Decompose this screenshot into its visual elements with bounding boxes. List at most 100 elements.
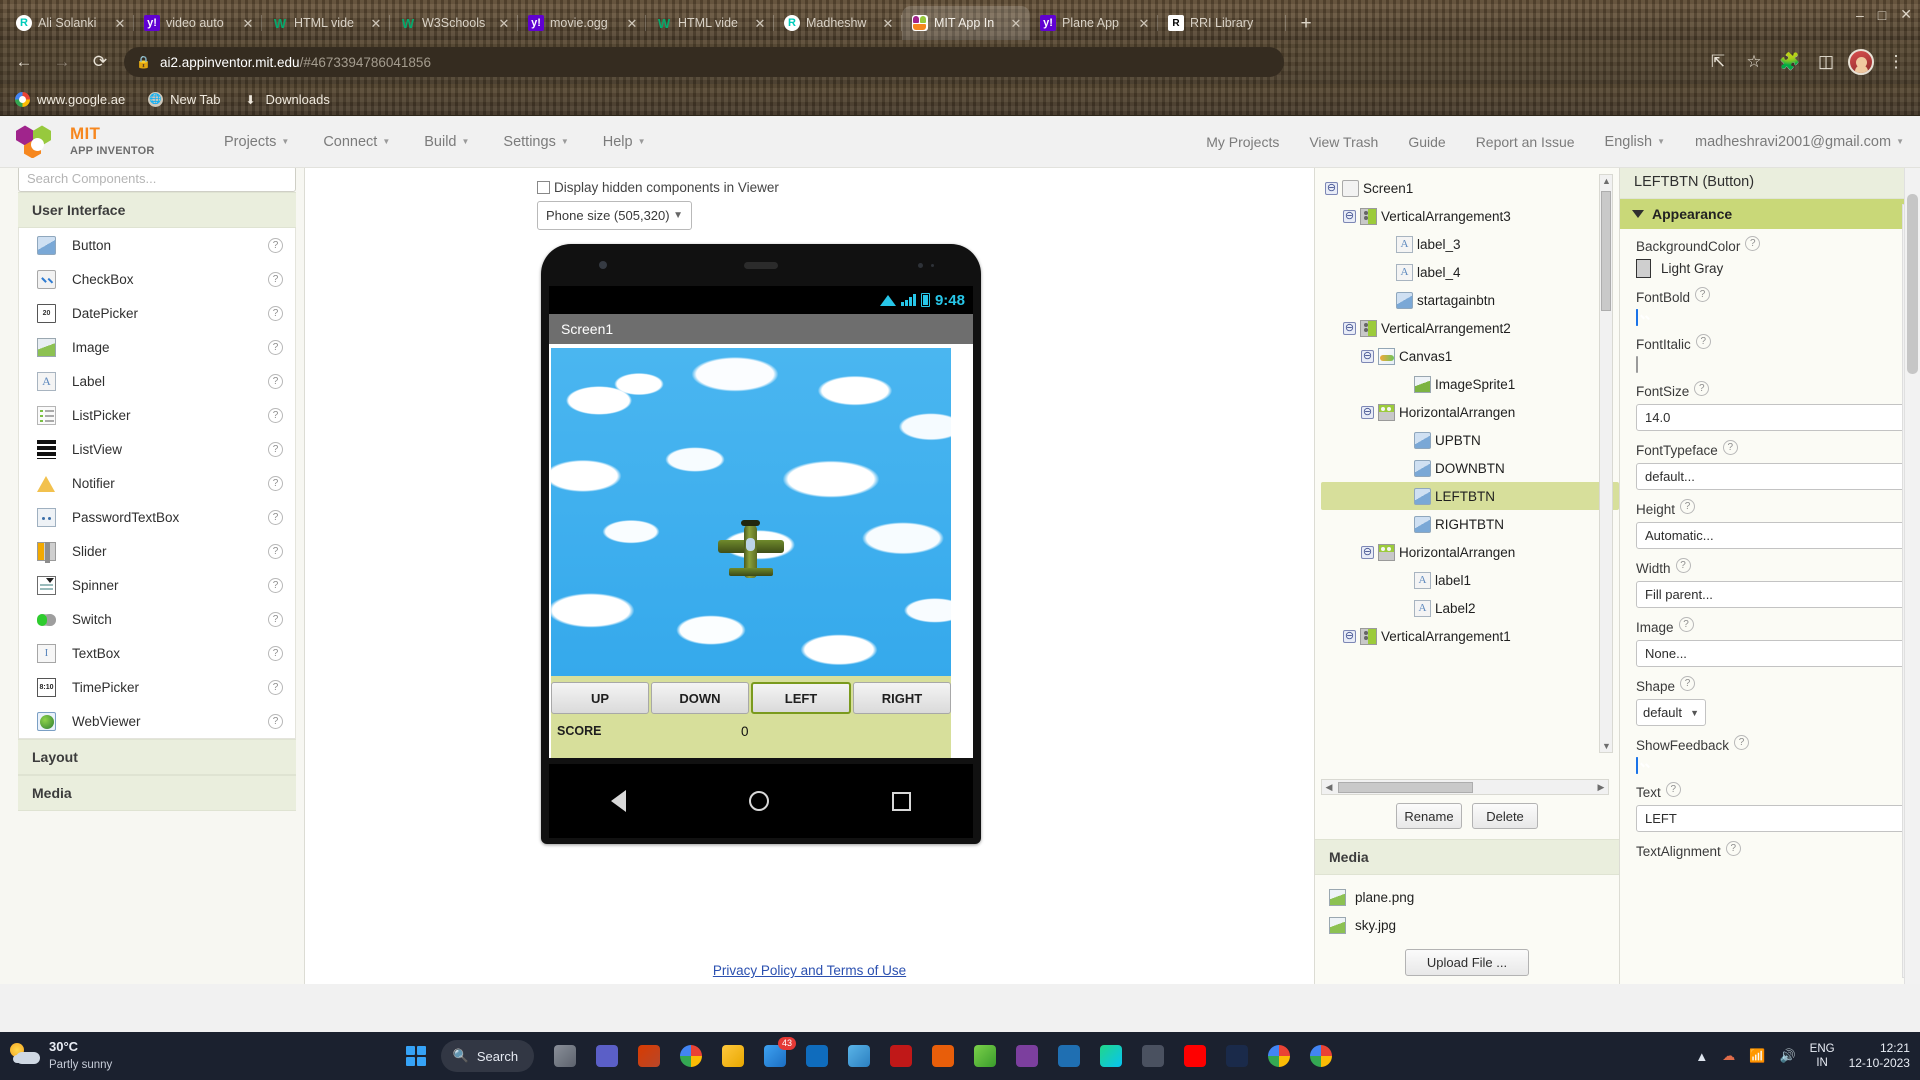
onedrive-icon[interactable]: ☁ — [1722, 1048, 1735, 1064]
browser-tab[interactable]: y! video auto ✕ — [134, 6, 262, 40]
tree-node-horizontalarrangement1[interactable]: ⊖ HorizontalArrangen — [1321, 398, 1619, 426]
help-icon[interactable]: ? — [1722, 440, 1738, 455]
tree-node-leftbtn[interactable]: LEFTBTN — [1321, 482, 1619, 510]
keyboard-button[interactable] — [1136, 1039, 1170, 1073]
help-icon[interactable]: ? — [1695, 334, 1711, 349]
bookmark-google[interactable]: www.google.ae — [14, 92, 125, 108]
browser-tab[interactable]: y! movie.ogg ✕ — [518, 6, 646, 40]
help-icon[interactable]: ? — [1694, 381, 1710, 396]
tree-node-rightbtn[interactable]: RIGHTBTN — [1321, 510, 1619, 538]
help-icon[interactable]: ? — [1695, 287, 1711, 302]
browser-tab-active[interactable]: MIT App In ✕ — [902, 6, 1030, 40]
tree-toggle-icon[interactable]: ⊖ — [1343, 321, 1356, 335]
tree-toggle-icon[interactable]: ⊖ — [1361, 349, 1374, 363]
backgroundcolor-value-row[interactable]: Light Gray — [1636, 259, 1906, 278]
app-button-down[interactable]: DOWN — [651, 682, 749, 714]
palette-item-textbox[interactable]: I TextBox ? — [19, 636, 295, 670]
chrome-menu-icon[interactable]: ⋮ — [1882, 48, 1910, 76]
tab-close-icon[interactable]: ✕ — [1008, 15, 1024, 31]
menu-build[interactable]: Build ▼ — [424, 134, 469, 150]
palette-item-passwordtextbox[interactable]: PasswordTextBox ? — [19, 500, 295, 534]
help-icon[interactable]: ? — [268, 407, 283, 423]
help-icon[interactable]: ? — [1734, 735, 1750, 750]
palette-item-spinner[interactable]: Spinner ? — [19, 568, 295, 602]
palette-item-button[interactable]: Button ? — [19, 228, 295, 262]
browser-tab[interactable]: R RRI Library — [1158, 6, 1286, 40]
components-tree-horizontal-scrollbar[interactable]: ◀ ▶ — [1321, 779, 1609, 795]
taskbar-clock[interactable]: 12:21 12-10-2023 — [1849, 1041, 1910, 1071]
color-swatch[interactable] — [1636, 259, 1651, 278]
help-icon[interactable]: ? — [268, 611, 283, 627]
mit-app-inventor-logo[interactable]: MIT APP INVENTOR — [16, 125, 206, 159]
palette-item-listpicker[interactable]: ListPicker ? — [19, 398, 295, 432]
start-button[interactable] — [399, 1039, 433, 1073]
scroll-thumb[interactable] — [1601, 191, 1611, 311]
display-hidden-components-checkbox[interactable] — [537, 181, 550, 194]
score-label[interactable]: SCORE — [551, 720, 731, 742]
screenrec-button[interactable] — [968, 1039, 1002, 1073]
tree-node-verticalarrangement2[interactable]: ⊖ VerticalArrangement2 — [1321, 314, 1619, 342]
forward-icon[interactable]: → — [48, 48, 76, 76]
tree-node-label_3[interactable]: A label_3 — [1321, 230, 1619, 258]
help-icon[interactable]: ? — [268, 475, 283, 491]
privacy-policy-link[interactable]: Privacy Policy and Terms of Use — [305, 963, 1314, 984]
office-button[interactable] — [632, 1039, 666, 1073]
media-item-sky[interactable]: sky.jpg — [1329, 911, 1619, 939]
store-button[interactable]: 43 — [758, 1037, 797, 1073]
help-icon[interactable]: ? — [268, 577, 283, 593]
help-icon[interactable]: ? — [268, 441, 283, 457]
help-icon[interactable]: ? — [268, 373, 283, 389]
app-button-right[interactable]: RIGHT — [853, 682, 951, 714]
help-icon[interactable]: ? — [268, 237, 283, 253]
browser-tab[interactable]: R Ali Solanki ✕ — [6, 6, 134, 40]
tab-close-icon[interactable]: ✕ — [752, 15, 768, 31]
palette-section-user-interface[interactable]: User Interface — [18, 192, 296, 228]
help-icon[interactable]: ? — [1745, 236, 1761, 251]
palette-section-media[interactable]: Media — [18, 775, 296, 811]
help-icon[interactable]: ? — [1680, 499, 1696, 514]
palette-item-listview[interactable]: ListView ? — [19, 432, 295, 466]
help-icon[interactable]: ? — [1665, 782, 1681, 797]
youtube-button[interactable] — [1178, 1039, 1212, 1073]
bookmark-star-icon[interactable]: ☆ — [1740, 48, 1768, 76]
tab-close-icon[interactable]: ✕ — [240, 15, 256, 31]
tab-close-icon[interactable]: ✕ — [1136, 15, 1152, 31]
tab-close-icon[interactable]: ✕ — [112, 15, 128, 31]
tree-node-horizontalarrangement2[interactable]: ⊖ HorizontalArrangen — [1321, 538, 1619, 566]
text-input[interactable]: LEFT — [1636, 805, 1906, 832]
palette-item-notifier[interactable]: Notifier ? — [19, 466, 295, 500]
tree-node-verticalarrangement3[interactable]: ⊖ VerticalArrangement3 — [1321, 202, 1619, 230]
tree-toggle-icon[interactable]: ⊖ — [1361, 405, 1374, 419]
unity-button[interactable] — [1010, 1039, 1044, 1073]
image-sprite-plane[interactable] — [717, 520, 785, 580]
android-back-icon[interactable] — [610, 790, 626, 812]
tree-node-label2[interactable]: A Label2 — [1321, 594, 1619, 622]
back-icon[interactable]: ← — [10, 48, 38, 76]
fonttypeface-input[interactable]: default... — [1636, 463, 1906, 490]
tree-node-imagesprite1[interactable]: ImageSprite1 — [1321, 370, 1619, 398]
help-icon[interactable]: ? — [268, 713, 283, 729]
palette-item-label[interactable]: A Label ? — [19, 364, 295, 398]
help-icon[interactable]: ? — [268, 509, 283, 525]
scroll-up-icon[interactable]: ▲ — [1602, 176, 1611, 186]
scroll-down-icon[interactable]: ▼ — [1602, 741, 1611, 751]
browser-tab[interactable]: W HTML vide ✕ — [646, 6, 774, 40]
help-icon[interactable]: ? — [268, 543, 283, 559]
delete-button[interactable]: Delete — [1472, 803, 1538, 829]
tree-node-downbtn[interactable]: DOWNBTN — [1321, 454, 1619, 482]
blender-button[interactable] — [842, 1039, 876, 1073]
fontsize-input[interactable]: 14.0 — [1636, 404, 1906, 431]
new-tab-button[interactable]: + — [1292, 9, 1320, 37]
chrome-active-button[interactable] — [1262, 1039, 1296, 1073]
menu-help[interactable]: Help ▼ — [603, 134, 646, 150]
palette-item-image[interactable]: Image ? — [19, 330, 295, 364]
help-icon[interactable]: ? — [1678, 617, 1694, 632]
app-button-up[interactable]: UP — [551, 682, 649, 714]
android-home-icon[interactable] — [748, 791, 769, 811]
taskbar-search[interactable]: 🔍 Search — [440, 1040, 535, 1072]
tree-node-label1[interactable]: A label1 — [1321, 566, 1619, 594]
help-icon[interactable]: ? — [1675, 558, 1691, 573]
fontitalic-checkbox[interactable] — [1636, 356, 1638, 373]
browser-tab[interactable]: W W3Schools ✕ — [390, 6, 518, 40]
teams-button[interactable] — [590, 1039, 624, 1073]
